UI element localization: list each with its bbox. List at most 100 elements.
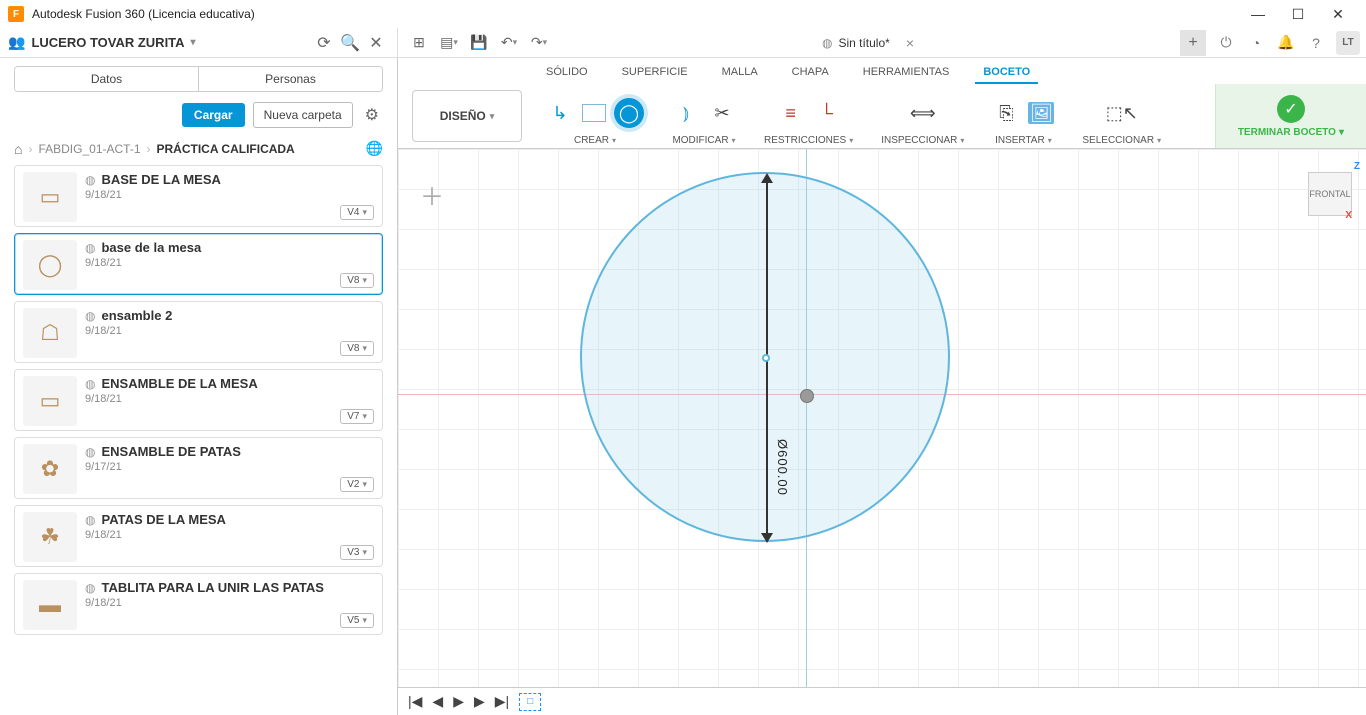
toolgroup-modificar: ⦆ ✂ MODIFICAR▾	[658, 84, 750, 148]
timeline-last-button[interactable]: ▶|	[495, 693, 509, 710]
ribbon-tab-superficie[interactable]: SUPERFICIE	[614, 62, 696, 84]
workspace-label: DISEÑO	[440, 109, 486, 123]
dimension-value[interactable]: Ø600.00	[775, 439, 790, 496]
timeline-prev-button[interactable]: ◀	[432, 693, 443, 710]
ribbon-tab-malla[interactable]: MALLA	[714, 62, 766, 84]
sketch-canvas[interactable]: Ø600.00 ＋ Z FRONTAL X	[398, 149, 1366, 687]
finish-sketch-button[interactable]: ✓ TERMINAR BOCETO▾	[1215, 84, 1366, 148]
main-area: Datos Personas Cargar Nueva carpeta ⚙ ⌂ …	[0, 58, 1366, 715]
circle-tool-icon[interactable]: ◯	[614, 98, 644, 128]
file-title: ensamble 2	[101, 308, 172, 323]
close-tab-button[interactable]: ×	[906, 35, 914, 51]
measure-tool-icon[interactable]: ⟺	[909, 99, 937, 127]
file-title: ENSAMBLE DE PATAS	[101, 444, 240, 459]
cube-icon: ◍	[85, 173, 95, 187]
file-menu-button[interactable]: ▤▾	[436, 30, 462, 56]
select-tool-icon[interactable]: ⬚↖	[1108, 99, 1136, 127]
undo-button[interactable]: ↶▾	[496, 30, 522, 56]
file-version-dropdown[interactable]: V4▾	[340, 205, 374, 220]
breadcrumb: ⌂ › FABDIG_01-ACT-1 › PRÁCTICA CALIFICAD…	[0, 134, 397, 165]
close-panel-button[interactable]: ✕	[363, 30, 389, 56]
ribbon-tab-boceto[interactable]: BOCETO	[975, 62, 1038, 84]
open-web-icon[interactable]: 🌐	[366, 140, 383, 157]
ribbon-tab-solido[interactable]: SÓLIDO	[538, 62, 596, 84]
app-title: Autodesk Fusion 360 (Licencia educativa)	[32, 7, 1238, 21]
file-card[interactable]: ▭◍ENSAMBLE DE LA MESA9/18/21V7▾	[14, 369, 383, 431]
insert-image-icon[interactable]: 🖼	[1028, 102, 1054, 124]
save-button[interactable]: 💾	[466, 30, 492, 56]
tab-datos[interactable]: Datos	[15, 67, 198, 91]
window-maximize-button[interactable]: ☐	[1278, 0, 1318, 28]
help-button[interactable]: ?	[1302, 29, 1330, 57]
file-thumbnail: ▭	[23, 376, 77, 426]
ribbon-tab-herramientas[interactable]: HERRAMIENTAS	[855, 62, 958, 84]
timeline-sketch-node[interactable]: □	[519, 693, 541, 711]
redo-button[interactable]: ↷▾	[526, 30, 552, 56]
timeline-first-button[interactable]: |◀	[408, 693, 422, 710]
document-tab[interactable]: ◍ Sin título* ×	[812, 31, 924, 57]
file-version-dropdown[interactable]: V2▾	[340, 477, 374, 492]
breadcrumb-folder[interactable]: PRÁCTICA CALIFICADA	[157, 142, 295, 156]
data-panel-tabs: Datos Personas	[14, 66, 383, 92]
file-date: 9/18/21	[85, 597, 374, 609]
workspace-switcher[interactable]: DISEÑO▾	[412, 90, 522, 142]
file-card[interactable]: ▬◍TABLITA PARA LA UNIR LAS PATAS9/18/21V…	[14, 573, 383, 635]
horizontal-constraint-icon[interactable]: ≡	[777, 99, 805, 127]
search-button[interactable]: 🔍	[337, 30, 363, 56]
user-menu[interactable]: LUCERO TOVAR ZURITA ▾	[31, 35, 311, 50]
file-card[interactable]: ☖◍ensamble 29/18/21V8▾	[14, 301, 383, 363]
file-card[interactable]: ◯◍base de la mesa9/18/21V8▾	[14, 233, 383, 295]
file-title: ENSAMBLE DE LA MESA	[101, 376, 257, 391]
file-thumbnail: ▭	[23, 172, 77, 222]
tab-personas[interactable]: Personas	[198, 67, 382, 91]
new-tab-button[interactable]: +	[1180, 30, 1206, 56]
file-card[interactable]: ✿◍ENSAMBLE DE PATAS9/17/21V2▾	[14, 437, 383, 499]
timeline-next-button[interactable]: ▶	[474, 693, 485, 710]
top-strip: 👥 LUCERO TOVAR ZURITA ▾ ⟳ 🔍 ✕ ⊞ ▤▾ 💾 ↶▾ …	[0, 28, 1366, 58]
file-version-dropdown[interactable]: V8▾	[340, 341, 374, 356]
timeline-play-button[interactable]: ▶	[453, 693, 464, 710]
user-avatar[interactable]: LT	[1336, 31, 1360, 55]
axis-z-label: Z	[1316, 161, 1360, 172]
ribbon-tools: DISEÑO▾ ↳ ◯ CREAR▾ ⦆ ✂ MODIFICAR▾	[398, 84, 1366, 148]
file-date: 9/17/21	[85, 461, 374, 473]
view-cube[interactable]: Z FRONTAL X	[1308, 161, 1352, 227]
coincident-constraint-icon[interactable]: └	[813, 99, 841, 127]
breadcrumb-project[interactable]: FABDIG_01-ACT-1	[38, 142, 140, 156]
breadcrumb-sep: ›	[28, 142, 32, 156]
file-version-dropdown[interactable]: V8▾	[340, 273, 374, 288]
file-list[interactable]: ▭◍BASE DE LA MESA9/18/21V4▾◯◍base de la …	[0, 165, 397, 715]
trim-tool-icon[interactable]: ✂	[708, 99, 736, 127]
file-card[interactable]: ☘◍PATAS DE LA MESA9/18/21V3▾	[14, 505, 383, 567]
fillet-tool-icon[interactable]: ⦆	[672, 99, 700, 127]
rectangle-tool-icon[interactable]	[582, 104, 606, 122]
upload-button[interactable]: Cargar	[182, 103, 245, 127]
insert-derive-icon[interactable]: ⎘	[992, 99, 1020, 127]
origin-point[interactable]	[800, 389, 814, 403]
extensions-button[interactable]: ⏻	[1212, 29, 1240, 57]
file-date: 9/18/21	[85, 393, 374, 405]
file-version-dropdown[interactable]: V3▾	[340, 545, 374, 560]
ribbon-tab-chapa[interactable]: CHAPA	[784, 62, 837, 84]
file-version-dropdown[interactable]: V7▾	[340, 409, 374, 424]
notifications-button[interactable]: 🔔	[1272, 29, 1300, 57]
axis-x-label: X	[1308, 210, 1352, 221]
new-folder-button[interactable]: Nueva carpeta	[253, 102, 353, 128]
circle-center-point[interactable]	[762, 354, 770, 362]
window-close-button[interactable]: ✕	[1318, 0, 1358, 28]
show-data-panel-button[interactable]: ⊞	[406, 30, 432, 56]
settings-gear-icon[interactable]: ⚙	[361, 105, 383, 125]
breadcrumb-sep: ›	[147, 142, 151, 156]
dimension-arrow-bottom	[761, 533, 773, 543]
cube-icon: ◍	[85, 241, 95, 255]
file-version-dropdown[interactable]: V5▾	[340, 613, 374, 628]
toolgroup-restricciones: ≡ └ RESTRICCIONES▾	[750, 84, 867, 148]
job-status-button[interactable]: ◔	[1242, 29, 1270, 57]
file-thumbnail: ✿	[23, 444, 77, 494]
file-card[interactable]: ▭◍BASE DE LA MESA9/18/21V4▾	[14, 165, 383, 227]
home-icon[interactable]: ⌂	[14, 141, 22, 157]
line-tool-icon[interactable]: ↳	[546, 99, 574, 127]
group-label-restricciones: RESTRICCIONES	[764, 135, 846, 146]
refresh-button[interactable]: ⟳	[311, 30, 337, 56]
window-minimize-button[interactable]: —	[1238, 0, 1278, 28]
